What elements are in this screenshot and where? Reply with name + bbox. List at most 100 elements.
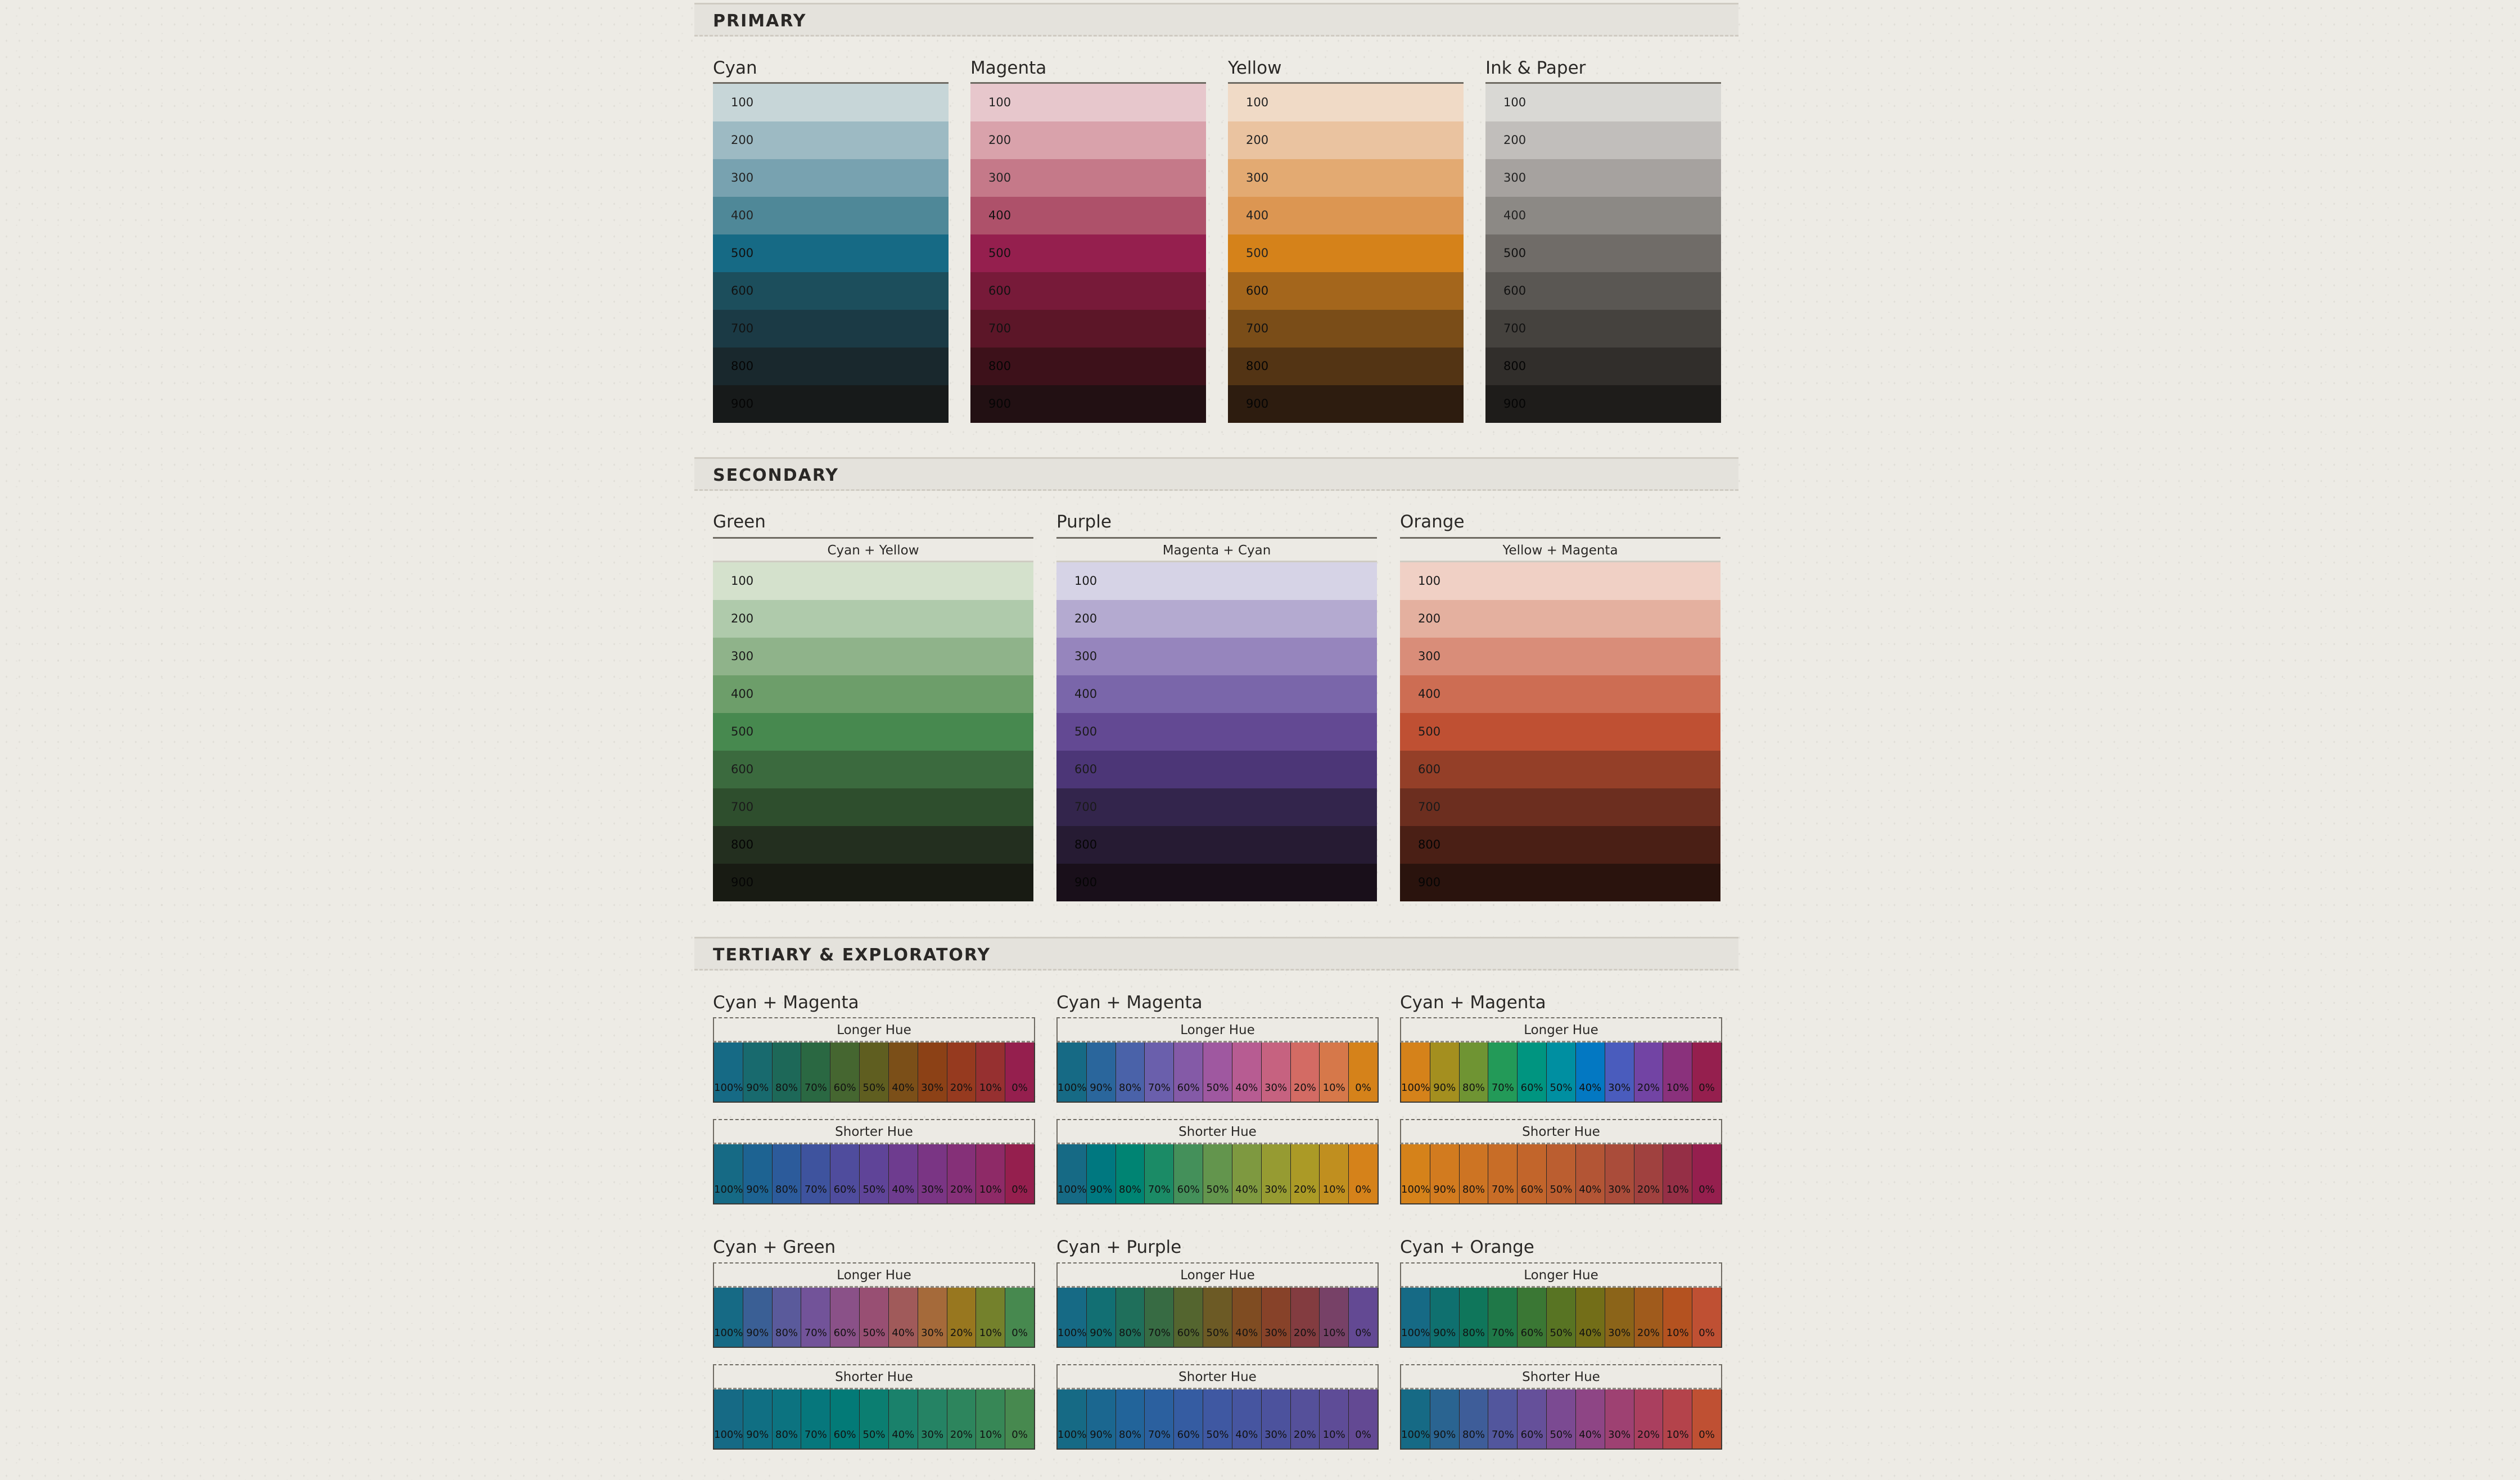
color-swatch[interactable]: 200 bbox=[1228, 121, 1464, 159]
color-swatch[interactable]: 100 bbox=[1400, 562, 1720, 600]
blend-cell[interactable]: 100% bbox=[714, 1288, 743, 1347]
blend-cell[interactable]: 30% bbox=[918, 1389, 947, 1449]
color-swatch[interactable]: 800 bbox=[713, 826, 1033, 864]
blend-cell[interactable]: 100% bbox=[1058, 1288, 1087, 1347]
blend-cell[interactable]: 0% bbox=[1692, 1043, 1721, 1102]
blend-cell[interactable]: 80% bbox=[772, 1288, 802, 1347]
color-swatch[interactable]: 200 bbox=[970, 121, 1206, 159]
color-swatch[interactable]: 600 bbox=[713, 272, 949, 310]
color-swatch[interactable]: 800 bbox=[1228, 348, 1464, 385]
blend-cell[interactable]: 20% bbox=[1290, 1144, 1320, 1203]
blend-cell[interactable]: 70% bbox=[1488, 1288, 1518, 1347]
blend-cell[interactable]: 10% bbox=[1663, 1144, 1693, 1203]
blend-cell[interactable]: 30% bbox=[1261, 1389, 1291, 1449]
blend-cell[interactable]: 100% bbox=[1058, 1144, 1087, 1203]
color-swatch[interactable]: 800 bbox=[970, 348, 1206, 385]
blend-cell[interactable]: 50% bbox=[1203, 1288, 1232, 1347]
blend-cell[interactable]: 20% bbox=[947, 1389, 977, 1449]
blend-cell[interactable]: 60% bbox=[1518, 1389, 1547, 1449]
color-swatch[interactable]: 500 bbox=[713, 713, 1033, 751]
blend-cell[interactable]: 10% bbox=[1320, 1144, 1349, 1203]
blend-cell[interactable]: 80% bbox=[772, 1144, 802, 1203]
blend-cell[interactable]: 10% bbox=[1320, 1389, 1349, 1449]
blend-cell[interactable]: 80% bbox=[772, 1389, 802, 1449]
color-swatch[interactable]: 600 bbox=[1485, 272, 1721, 310]
blend-cell[interactable]: 0% bbox=[1692, 1288, 1721, 1347]
blend-cell[interactable]: 40% bbox=[888, 1043, 918, 1102]
blend-cell[interactable]: 60% bbox=[830, 1043, 860, 1102]
blend-cell[interactable]: 70% bbox=[1488, 1389, 1518, 1449]
color-swatch[interactable]: 900 bbox=[970, 385, 1206, 423]
color-swatch[interactable]: 700 bbox=[1228, 310, 1464, 348]
blend-cell[interactable]: 30% bbox=[1605, 1288, 1634, 1347]
blend-cell[interactable]: 20% bbox=[1634, 1288, 1664, 1347]
color-swatch[interactable]: 100 bbox=[1485, 84, 1721, 121]
color-swatch[interactable]: 300 bbox=[1485, 159, 1721, 197]
blend-cell[interactable]: 50% bbox=[860, 1043, 889, 1102]
blend-cell[interactable]: 100% bbox=[1401, 1043, 1430, 1102]
blend-cell[interactable]: 40% bbox=[1575, 1389, 1605, 1449]
color-swatch[interactable]: 700 bbox=[970, 310, 1206, 348]
blend-cell[interactable]: 90% bbox=[1430, 1389, 1460, 1449]
blend-cell[interactable]: 40% bbox=[1232, 1389, 1262, 1449]
color-swatch[interactable]: 500 bbox=[1228, 234, 1464, 272]
blend-cell[interactable]: 40% bbox=[888, 1389, 918, 1449]
blend-cell[interactable]: 90% bbox=[1086, 1043, 1116, 1102]
blend-cell[interactable]: 60% bbox=[1174, 1144, 1204, 1203]
blend-cell[interactable]: 80% bbox=[1459, 1389, 1489, 1449]
color-swatch[interactable]: 800 bbox=[1056, 826, 1377, 864]
blend-cell[interactable]: 90% bbox=[1430, 1043, 1460, 1102]
blend-cell[interactable]: 80% bbox=[1459, 1043, 1489, 1102]
blend-cell[interactable]: 30% bbox=[918, 1288, 947, 1347]
blend-cell[interactable]: 40% bbox=[1575, 1144, 1605, 1203]
blend-cell[interactable]: 10% bbox=[976, 1144, 1006, 1203]
blend-cell[interactable]: 40% bbox=[1575, 1043, 1605, 1102]
blend-cell[interactable]: 90% bbox=[1430, 1288, 1460, 1347]
color-swatch[interactable]: 700 bbox=[713, 788, 1033, 826]
color-swatch[interactable]: 100 bbox=[1056, 562, 1377, 600]
blend-cell[interactable]: 100% bbox=[1058, 1043, 1087, 1102]
blend-cell[interactable]: 90% bbox=[743, 1288, 773, 1347]
blend-cell[interactable]: 50% bbox=[1547, 1389, 1576, 1449]
blend-cell[interactable]: 40% bbox=[1232, 1043, 1262, 1102]
blend-cell[interactable]: 20% bbox=[1634, 1144, 1664, 1203]
color-swatch[interactable]: 300 bbox=[1228, 159, 1464, 197]
blend-cell[interactable]: 80% bbox=[1459, 1144, 1489, 1203]
blend-cell[interactable]: 0% bbox=[1349, 1144, 1378, 1203]
blend-cell[interactable]: 80% bbox=[772, 1043, 802, 1102]
blend-cell[interactable]: 10% bbox=[1663, 1043, 1693, 1102]
color-swatch[interactable]: 100 bbox=[713, 562, 1033, 600]
color-swatch[interactable]: 800 bbox=[713, 348, 949, 385]
blend-cell[interactable]: 60% bbox=[1518, 1288, 1547, 1347]
blend-cell[interactable]: 100% bbox=[1401, 1389, 1430, 1449]
blend-cell[interactable]: 30% bbox=[918, 1043, 947, 1102]
blend-cell[interactable]: 70% bbox=[1145, 1389, 1175, 1449]
blend-cell[interactable]: 70% bbox=[1488, 1043, 1518, 1102]
blend-cell[interactable]: 80% bbox=[1116, 1389, 1145, 1449]
color-swatch[interactable]: 400 bbox=[1400, 675, 1720, 713]
color-swatch[interactable]: 200 bbox=[713, 121, 949, 159]
blend-cell[interactable]: 100% bbox=[714, 1144, 743, 1203]
blend-cell[interactable]: 90% bbox=[1086, 1288, 1116, 1347]
blend-cell[interactable]: 70% bbox=[1145, 1288, 1175, 1347]
color-swatch[interactable]: 400 bbox=[970, 197, 1206, 234]
blend-cell[interactable]: 50% bbox=[1203, 1144, 1232, 1203]
blend-cell[interactable]: 90% bbox=[743, 1144, 773, 1203]
blend-cell[interactable]: 60% bbox=[830, 1389, 860, 1449]
blend-cell[interactable]: 100% bbox=[1401, 1144, 1430, 1203]
blend-cell[interactable]: 10% bbox=[1663, 1288, 1693, 1347]
blend-cell[interactable]: 0% bbox=[1005, 1043, 1034, 1102]
color-swatch[interactable]: 600 bbox=[1400, 751, 1720, 788]
color-swatch[interactable]: 500 bbox=[713, 234, 949, 272]
color-swatch[interactable]: 900 bbox=[1485, 385, 1721, 423]
color-swatch[interactable]: 800 bbox=[1485, 348, 1721, 385]
blend-cell[interactable]: 0% bbox=[1005, 1389, 1034, 1449]
blend-cell[interactable]: 70% bbox=[1145, 1043, 1175, 1102]
blend-cell[interactable]: 40% bbox=[1575, 1288, 1605, 1347]
blend-cell[interactable]: 90% bbox=[1086, 1144, 1116, 1203]
color-swatch[interactable]: 100 bbox=[970, 84, 1206, 121]
color-swatch[interactable]: 300 bbox=[970, 159, 1206, 197]
blend-cell[interactable]: 50% bbox=[1547, 1043, 1576, 1102]
blend-cell[interactable]: 80% bbox=[1116, 1144, 1145, 1203]
color-swatch[interactable]: 400 bbox=[713, 675, 1033, 713]
